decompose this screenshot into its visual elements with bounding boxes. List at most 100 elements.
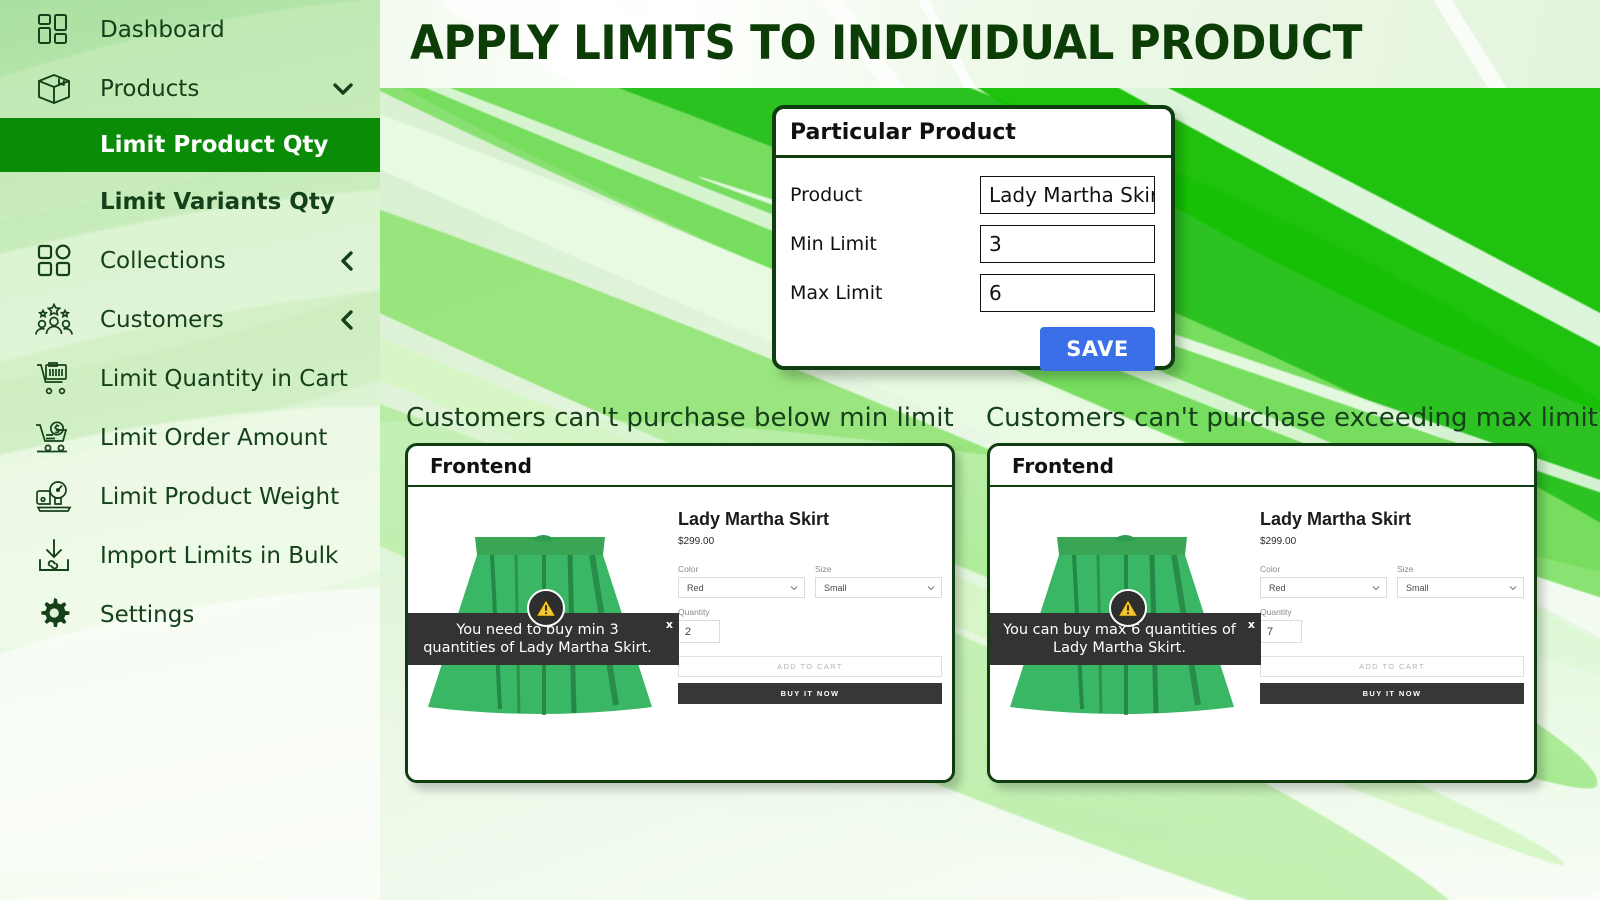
product-price-min: $299.00 [678, 536, 715, 547]
chevron-down-icon[interactable] [332, 82, 354, 96]
chevron-left-icon[interactable] [340, 250, 354, 272]
frontend-card-min: Frontend Lady Martha Skirt $299.00 Color… [405, 443, 955, 783]
particular-product-heading: Particular Product [776, 109, 1171, 158]
page-title: APPLY LIMITS TO INDIVIDUAL PRODUCT [410, 16, 1362, 71]
particular-product-form: Product Lady Martha Skirt Min Limit 3 Ma… [776, 158, 1171, 371]
box-icon [30, 70, 78, 108]
color-value-min: Red [687, 582, 704, 593]
color-select-max[interactable]: Red [1260, 577, 1387, 598]
sidebar: Dashboard Products Limit Product Qty Limit … [0, 0, 380, 900]
caption-max-limit: Customers can't purchase exceeding max l… [986, 403, 1598, 433]
warning-icon [1109, 589, 1147, 627]
warning-icon [527, 589, 565, 627]
variant-options-max: Color Red Size Small [1260, 564, 1524, 598]
scale-icon [30, 478, 78, 516]
variant-options-min: Color Red Size Small [678, 564, 942, 598]
sidebar-item-label: Import Limits in Bulk [100, 542, 339, 569]
size-label-max: Size [1397, 564, 1414, 574]
sidebar-item-customers[interactable]: Customers [0, 290, 380, 349]
sidebar-item-limit-order-amount[interactable]: Limit Order Amount [0, 408, 380, 467]
close-icon[interactable]: x [666, 618, 673, 632]
sidebar-item-products[interactable]: Products [0, 59, 380, 118]
sidebar-item-limit-variants-qty[interactable]: Limit Variants Qty [0, 172, 380, 231]
cart-icon [30, 360, 78, 398]
particular-product-card: Particular Product Product Lady Martha S… [772, 105, 1175, 371]
buy-it-now-button-min[interactable]: BUY IT NOW [678, 683, 942, 704]
size-option-min: Size Small [815, 564, 942, 598]
color-option-max: Color Red [1260, 564, 1387, 598]
size-value-min: Small [824, 582, 847, 593]
size-value-max: Small [1406, 582, 1429, 593]
sidebar-item-limit-product-qty[interactable]: Limit Product Qty [0, 118, 380, 172]
quantity-input-min[interactable]: 2 [678, 620, 720, 643]
cart-dollar-icon [30, 419, 78, 457]
product-input[interactable]: Lady Martha Skirt [980, 175, 1155, 214]
toast-message-max: You can buy max 6 quantities of Lady Mar… [1003, 621, 1236, 656]
grid-icon [30, 242, 78, 280]
quantity-input-max[interactable]: 7 [1260, 620, 1302, 643]
toast-message-min: You need to buy min 3 quantities of Lady… [423, 621, 652, 656]
sidebar-item-label: Limit Product Qty [100, 132, 329, 158]
size-option-max: Size Small [1397, 564, 1524, 598]
color-select-min[interactable]: Red [678, 577, 805, 598]
size-label-min: Size [815, 564, 832, 574]
sidebar-item-limit-product-weight[interactable]: Limit Product Weight [0, 467, 380, 526]
chevron-down-icon [1372, 582, 1380, 592]
sidebar-item-import-limits-in-bulk[interactable]: Import Limits in Bulk [0, 526, 380, 585]
dashboard-icon [30, 11, 78, 49]
product-title-min: Lady Martha Skirt [678, 509, 830, 529]
sidebar-item-label: Collections [100, 247, 226, 274]
max-limit-input[interactable]: 6 [980, 273, 1155, 312]
sidebar-item-label: Limit Order Amount [100, 424, 328, 451]
size-select-min[interactable]: Small [815, 577, 942, 598]
chevron-down-icon [927, 582, 935, 592]
sidebar-item-label: Limit Quantity in Cart [100, 365, 348, 392]
frontend-card-max: Frontend Lady Martha Skirt $299.00 Color… [987, 443, 1537, 783]
add-to-cart-button-max[interactable]: ADD TO CART [1260, 656, 1524, 677]
save-button[interactable]: SAVE [1040, 327, 1155, 371]
app-root: APPLY LIMITS TO INDIVIDUAL PRODUCT Dashb… [0, 0, 1600, 900]
add-to-cart-button-min[interactable]: ADD TO CART [678, 656, 942, 677]
max-limit-label: Max Limit [790, 281, 883, 304]
caption-min-limit: Customers can't purchase below min limit [406, 403, 954, 433]
max-limit-field-row: Max Limit 6 [790, 268, 1155, 317]
quantity-group-max: Quantity 7 [1260, 607, 1524, 643]
sidebar-item-label: Customers [100, 306, 224, 333]
sidebar-item-limit-quantity-in-cart[interactable]: Limit Quantity in Cart [0, 349, 380, 408]
gear-icon [30, 596, 78, 634]
size-select-max[interactable]: Small [1397, 577, 1524, 598]
product-field-label: Product [790, 183, 863, 206]
product-price-max: $299.00 [1260, 536, 1297, 547]
sidebar-item-label: Limit Variants Qty [100, 188, 335, 215]
chevron-down-icon [1509, 582, 1517, 592]
sidebar-item-label: Settings [100, 601, 195, 628]
quantity-group-min: Quantity 2 [678, 607, 942, 643]
product-info-max: Lady Martha Skirt $299.00 Color Red Size… [1260, 487, 1534, 780]
color-value-max: Red [1269, 582, 1286, 593]
color-label-min: Color [678, 564, 699, 574]
sidebar-item-label: Products [100, 75, 200, 102]
chevron-down-icon [790, 582, 798, 592]
frontend-panel-title-min: Frontend [408, 446, 952, 487]
color-label-max: Color [1260, 564, 1281, 574]
sidebar-item-label: Dashboard [100, 16, 225, 43]
min-limit-label: Min Limit [790, 232, 877, 255]
product-title-max: Lady Martha Skirt [1260, 509, 1412, 529]
min-limit-input[interactable]: 3 [980, 224, 1155, 263]
chevron-left-icon[interactable] [340, 309, 354, 331]
buy-it-now-button-max[interactable]: BUY IT NOW [1260, 683, 1524, 704]
quantity-label-min: Quantity [678, 607, 710, 617]
min-limit-field-row: Min Limit 3 [790, 219, 1155, 268]
sidebar-item-settings[interactable]: Settings [0, 585, 380, 644]
quantity-label-max: Quantity [1260, 607, 1292, 617]
frontend-body-min: Lady Martha Skirt $299.00 Color Red Size… [408, 487, 952, 780]
close-icon[interactable]: x [1248, 618, 1255, 632]
particular-product-actions: SAVE [790, 317, 1155, 371]
import-icon [30, 537, 78, 575]
frontend-panel-title-max: Frontend [990, 446, 1534, 487]
color-option-min: Color Red [678, 564, 805, 598]
sidebar-nav: Dashboard Products Limit Product Qty Limit … [0, 0, 380, 644]
frontend-body-max: Lady Martha Skirt $299.00 Color Red Size… [990, 487, 1534, 780]
sidebar-item-collections[interactable]: Collections [0, 231, 380, 290]
sidebar-item-dashboard[interactable]: Dashboard [0, 0, 380, 59]
